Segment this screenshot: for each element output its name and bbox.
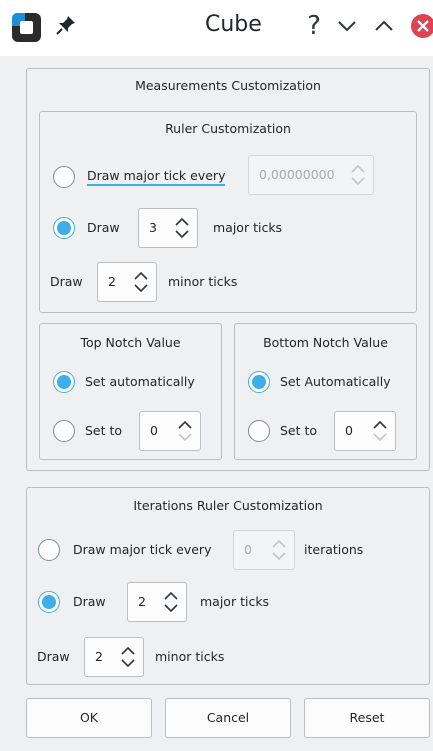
iterations-unit-label: iterations <box>304 542 364 557</box>
chevron-up-icon[interactable] <box>370 8 398 44</box>
top-notch-setto-radio[interactable] <box>53 420 75 442</box>
bottom-notch-title: Bottom Notch Value <box>263 335 388 350</box>
spin-arrows-icon <box>272 539 286 561</box>
spinbox-value: 0 <box>244 542 252 557</box>
ruler-title: Ruler Customization <box>165 121 291 136</box>
bottom-notch-setto-label: Set to <box>280 423 318 438</box>
spin-arrows-icon[interactable] <box>162 588 180 616</box>
top-notch-spinbox[interactable]: 0 <box>139 411 201 451</box>
spinbox-value: 0 <box>345 423 353 438</box>
ok-button[interactable]: OK <box>26 698 152 738</box>
top-notch-setto-label: Set to <box>85 423 123 438</box>
spin-arrows-icon <box>351 164 365 186</box>
spin-arrows-icon[interactable] <box>173 214 191 242</box>
iterations-every-radio[interactable] <box>38 539 60 561</box>
iterations-minor-label: minor ticks <box>155 649 225 664</box>
spinbox-value: 2 <box>138 594 146 609</box>
bottom-notch-group: Bottom Notch Value Set Automatically Set… <box>234 323 417 460</box>
cancel-button[interactable]: Cancel <box>165 698 291 738</box>
dialog-window: Cube ? Measurements Customization Ruler … <box>0 0 433 751</box>
spinbox-value: 0,00000000 <box>259 167 335 182</box>
ruler-every-label[interactable]: Draw major tick every <box>87 168 226 186</box>
spin-arrows-icon[interactable] <box>132 268 150 296</box>
spinbox-value: 2 <box>108 274 116 289</box>
ruler-minor-spinbox[interactable]: 2 <box>97 262 157 302</box>
spin-arrows-icon[interactable] <box>176 417 194 445</box>
iterations-group: Iterations Ruler Customization Draw majo… <box>26 487 430 685</box>
ruler-minor-draw-label: Draw <box>50 274 83 289</box>
iterations-minor-spinbox[interactable]: 2 <box>84 637 144 677</box>
bottom-notch-spinbox[interactable]: 0 <box>334 411 396 451</box>
iterations-every-spinbox: 0 <box>233 530 295 570</box>
iterations-draw-radio[interactable] <box>38 591 60 613</box>
ruler-draw-radio[interactable] <box>53 217 75 239</box>
spinbox-value: 2 <box>95 649 103 664</box>
top-notch-auto-label: Set automatically <box>85 374 195 389</box>
bottom-notch-setto-radio[interactable] <box>248 420 270 442</box>
top-notch-auto-radio[interactable] <box>53 371 75 393</box>
ruler-major-label: major ticks <box>213 220 283 235</box>
chevron-down-icon[interactable] <box>333 8 361 44</box>
spinbox-value: 0 <box>150 423 158 438</box>
ruler-minor-label: minor ticks <box>168 274 238 289</box>
ruler-every-spinbox: 0,00000000 <box>248 155 374 195</box>
iterations-minor-draw-label: Draw <box>37 649 70 664</box>
bottom-notch-auto-radio[interactable] <box>248 371 270 393</box>
pin-icon[interactable] <box>55 14 77 36</box>
iterations-every-label: Draw major tick every <box>73 542 212 557</box>
spinbox-value: 3 <box>149 220 157 235</box>
top-notch-title: Top Notch Value <box>80 335 181 350</box>
measurements-title: Measurements Customization <box>135 78 321 93</box>
iterations-title: Iterations Ruler Customization <box>133 498 323 513</box>
close-icon[interactable] <box>409 8 433 44</box>
help-icon[interactable]: ? <box>300 8 328 44</box>
iterations-major-spinbox[interactable]: 2 <box>127 582 187 622</box>
measurements-group: Measurements Customization Ruler Customi… <box>26 68 430 471</box>
bottom-notch-auto-label: Set Automatically <box>280 374 391 389</box>
spin-arrows-icon[interactable] <box>371 417 389 445</box>
app-icon <box>12 13 41 42</box>
reset-button[interactable]: Reset <box>304 698 430 738</box>
title-bar: Cube ? <box>0 0 433 56</box>
ruler-major-spinbox[interactable]: 3 <box>138 208 198 248</box>
iterations-draw-label: Draw <box>73 594 106 609</box>
ruler-group: Ruler Customization Draw major tick ever… <box>39 111 417 313</box>
ruler-draw-label: Draw <box>87 220 120 235</box>
ruler-every-radio[interactable] <box>53 166 75 188</box>
spin-arrows-icon[interactable] <box>119 643 137 671</box>
window-title: Cube <box>205 12 262 37</box>
iterations-major-label: major ticks <box>200 594 270 609</box>
top-notch-group: Top Notch Value Set automatically Set to… <box>39 323 222 460</box>
